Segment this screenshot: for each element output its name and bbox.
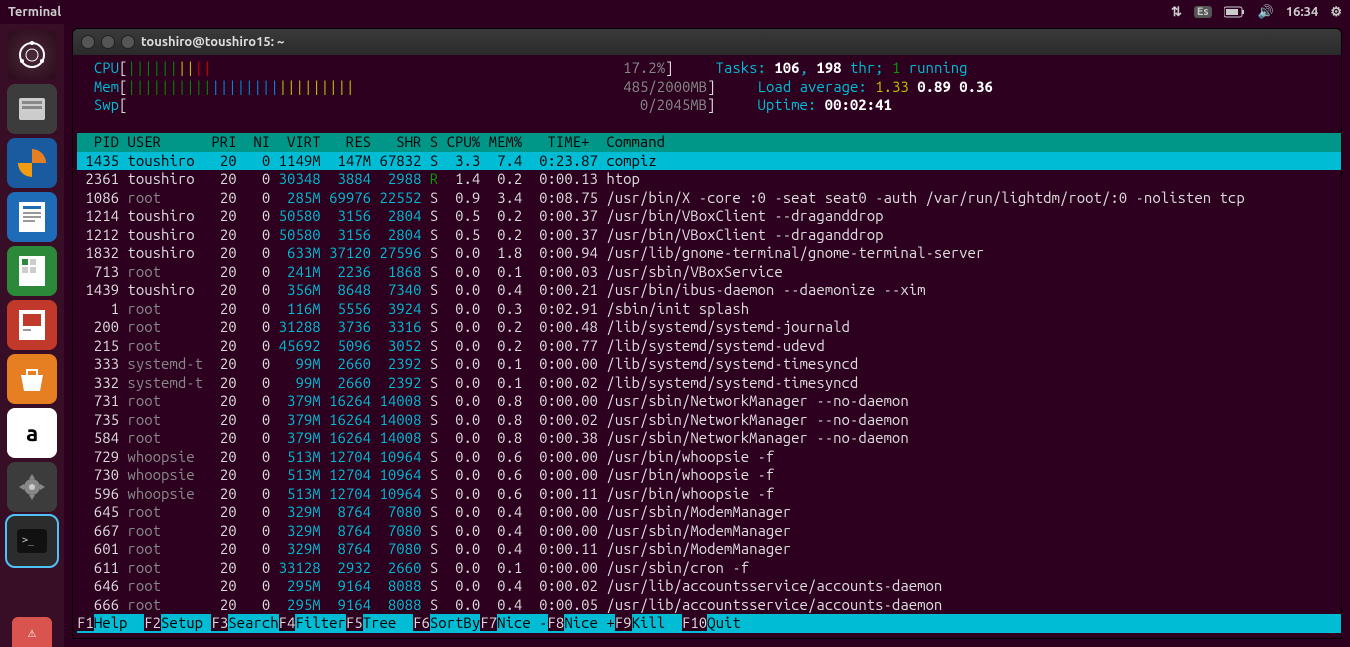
settings-icon[interactable] [7,462,57,512]
close-icon[interactable] [81,35,95,49]
process-row[interactable]: 1212 toushiro 20 0 50580 3156 2804 S 0.5… [77,226,1341,245]
terminal-output[interactable]: CPU[|||||||||| 17.2%] Tasks: 106, 198 th… [73,55,1341,638]
process-row[interactable]: 1 root 20 0 116M 5556 3924 S 0.0 0.3 0:0… [77,300,1341,319]
menu-bar: Terminal ⇅ Es 🔊 16:34 ⚙ [0,0,1350,24]
process-row[interactable]: 645 root 20 0 329M 8764 7080 S 0.0 0.4 0… [77,503,1341,522]
svg-text:>_: >_ [22,535,35,546]
files-icon[interactable] [7,84,57,134]
process-row[interactable]: 1439 toushiro 20 0 356M 8648 7340 S 0.0 … [77,281,1341,300]
volume-icon[interactable]: 🔊 [1258,5,1274,20]
process-row[interactable]: 646 root 20 0 295M 9164 8088 S 0.0 0.4 0… [77,577,1341,596]
process-row[interactable]: 601 root 20 0 329M 8764 7080 S 0.0 0.4 0… [77,540,1341,559]
function-key-bar[interactable]: F1Help F2Setup F3SearchF4FilterF5Tree F6… [77,614,1341,633]
calc-icon[interactable] [7,246,57,296]
terminal-window: toushiro@toushiro15: ~ CPU[|||||||||| 17… [72,28,1342,639]
process-row[interactable]: 200 root 20 0 31288 3736 3316 S 0.0 0.2 … [77,318,1341,337]
terminal-icon[interactable]: >_ [7,516,57,566]
clock[interactable]: 16:34 [1286,5,1319,19]
process-row[interactable]: 735 root 20 0 379M 16264 14008 S 0.0 0.8… [77,411,1341,430]
process-row[interactable]: 713 root 20 0 241M 2236 1868 S 0.0 0.1 0… [77,263,1341,282]
maximize-icon[interactable] [121,35,135,49]
process-row[interactable]: 667 root 20 0 329M 8764 7080 S 0.0 0.4 0… [77,522,1341,541]
gear-icon[interactable]: ⚙ [1330,5,1342,20]
writer-icon[interactable] [7,192,57,242]
window-titlebar[interactable]: toushiro@toushiro15: ~ [73,29,1341,55]
impress-icon[interactable] [7,300,57,350]
process-row[interactable]: 611 root 20 0 33128 2932 2660 S 0.0 0.1 … [77,559,1341,578]
process-row[interactable]: 729 whoopsie 20 0 513M 12704 10964 S 0.0… [77,448,1341,467]
process-row[interactable]: 731 root 20 0 379M 16264 14008 S 0.0 0.8… [77,392,1341,411]
process-row[interactable]: 596 whoopsie 20 0 513M 12704 10964 S 0.0… [77,485,1341,504]
software-icon[interactable] [7,354,57,404]
process-row[interactable]: 1086 root 20 0 285M 69976 22552 S 0.9 3.… [77,189,1341,208]
language-indicator[interactable]: Es [1194,6,1212,18]
dash-icon[interactable] [7,30,57,80]
process-row[interactable]: 333 systemd-t 20 0 99M 2660 2392 S 0.0 0… [77,355,1341,374]
process-row[interactable]: 730 whoopsie 20 0 513M 12704 10964 S 0.0… [77,466,1341,485]
column-headers[interactable]: PID USER PRI NI VIRT RES SHR S CPU% MEM%… [77,133,1341,152]
process-row[interactable]: 1832 toushiro 20 0 633M 37120 27596 S 0.… [77,244,1341,263]
process-row[interactable]: 584 root 20 0 379M 16264 14008 S 0.0 0.8… [77,429,1341,448]
process-row-selected[interactable]: 1435 toushiro 20 0 1149M 147M 67832 S 3.… [77,152,1341,171]
process-row[interactable]: 332 systemd-t 20 0 99M 2660 2392 S 0.0 0… [77,374,1341,393]
window-title: toushiro@toushiro15: ~ [141,35,284,49]
process-row[interactable]: 1214 toushiro 20 0 50580 3156 2804 S 0.5… [77,207,1341,226]
network-icon[interactable]: ⇅ [1171,5,1182,20]
battery-icon[interactable] [1224,6,1246,18]
amazon-icon[interactable]: a [7,408,57,458]
firefox-icon[interactable] [7,138,57,188]
minimize-icon[interactable] [101,35,115,49]
process-row[interactable]: 2361 toushiro 20 0 30348 3884 2988 R 1.4… [77,170,1341,189]
process-row[interactable]: 215 root 20 0 45692 5096 3052 S 0.0 0.2 … [77,337,1341,356]
unity-launcher: a >_ ⚠ [0,24,64,647]
apport-icon[interactable]: ⚠ [12,617,52,647]
process-row[interactable]: 666 root 20 0 295M 9164 8088 S 0.0 0.4 0… [77,596,1341,615]
app-title: Terminal [8,5,1171,19]
